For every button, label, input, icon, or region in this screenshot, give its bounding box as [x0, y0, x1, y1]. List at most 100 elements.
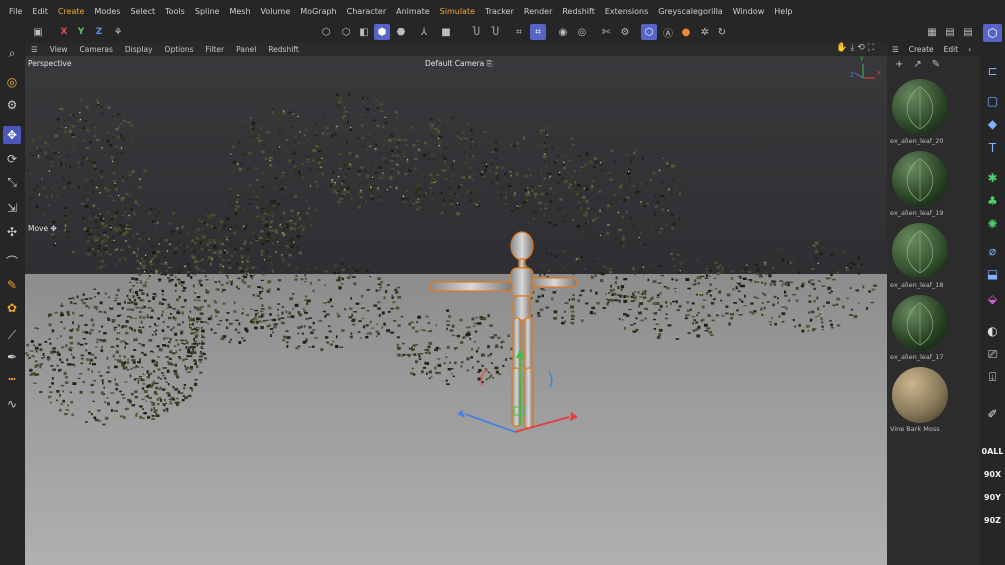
rotate-tool-icon[interactable]: ⟳: [3, 150, 21, 168]
cloner-icon[interactable]: ♣: [983, 192, 1002, 210]
pan-icon[interactable]: ✋: [836, 43, 847, 53]
material-menu-icon[interactable]: ☰: [887, 45, 904, 54]
light-icon[interactable]: ⍗: [983, 368, 1002, 386]
menu-window[interactable]: Window: [728, 7, 770, 16]
viewport-menu-cameras[interactable]: Cameras: [74, 45, 119, 54]
rotate-preset-90y-button[interactable]: 90Y: [983, 488, 1002, 506]
material-tab-edit[interactable]: Edit: [939, 45, 964, 54]
eyedropper-icon[interactable]: ✎: [932, 59, 940, 70]
link-icon[interactable]: ↗: [913, 59, 921, 70]
pen-tool-icon[interactable]: ✒: [3, 348, 21, 366]
undo-history-icon[interactable]: ▣: [30, 24, 46, 40]
material-tab-create[interactable]: Create: [904, 45, 939, 54]
viewport-menu-options[interactable]: Options: [159, 45, 200, 54]
cube-icon[interactable]: ◆: [983, 115, 1002, 133]
render-settings-icon[interactable]: ✄: [598, 24, 614, 40]
model-mode-icon[interactable]: ⬢: [374, 24, 390, 40]
menu-character[interactable]: Character: [342, 7, 392, 16]
deformer-icon[interactable]: ✺: [983, 215, 1002, 233]
scale-tool-icon[interactable]: ⤡: [3, 173, 21, 191]
octane-icon[interactable]: Ⓐ: [660, 24, 676, 40]
hierarchy-icon[interactable]: ⊏: [983, 62, 1002, 80]
environment-icon[interactable]: ◐: [983, 322, 1002, 340]
menu-render[interactable]: Render: [519, 7, 557, 16]
menu-modes[interactable]: Modes: [89, 7, 125, 16]
texture-mode-icon[interactable]: ⬣: [393, 24, 409, 40]
viewport-menu-panel[interactable]: Panel: [230, 45, 262, 54]
sparkle-icon[interactable]: ✲: [697, 24, 713, 40]
transfer-tool-icon[interactable]: ⇲: [3, 199, 21, 217]
edges-mode-icon[interactable]: ⬡: [338, 24, 354, 40]
more-tabs-icon[interactable]: ›: [963, 45, 976, 54]
search-icon[interactable]: ⌕: [3, 44, 21, 62]
save-icon[interactable]: ▤: [942, 24, 958, 40]
menu-help[interactable]: Help: [769, 7, 797, 16]
snap-settings-icon[interactable]: Ⴎ: [487, 24, 503, 40]
redshift-icon[interactable]: ⬡: [641, 24, 657, 40]
menu-tracker[interactable]: Tracker: [480, 7, 519, 16]
menu-create[interactable]: Create: [53, 7, 90, 16]
menu-animate[interactable]: Animate: [391, 7, 435, 16]
menu-extensions[interactable]: Extensions: [600, 7, 653, 16]
rotate-preset-90x-button[interactable]: 90X: [983, 465, 1002, 483]
render-picture-viewer-icon[interactable]: ◎: [574, 24, 590, 40]
pen-icon[interactable]: ✐: [983, 405, 1002, 423]
fire-icon[interactable]: ●: [678, 24, 694, 40]
refresh-icon[interactable]: ↻: [714, 24, 730, 40]
menu-edit[interactable]: Edit: [27, 7, 53, 16]
y-axis-lock-button[interactable]: Y: [73, 24, 89, 40]
material-swatch[interactable]: ex_alien_leaf_19: [890, 151, 950, 217]
menu-mograph[interactable]: MoGraph: [295, 7, 341, 16]
camera-object-icon[interactable]: ⎚: [983, 345, 1002, 363]
menu-file[interactable]: File: [4, 7, 27, 16]
selection-options-icon[interactable]: ⚙: [3, 96, 21, 114]
export-icon[interactable]: ▤: [960, 24, 976, 40]
3d-viewport[interactable]: Perspective Default Camera ⎘ Move ✥ X Y …: [25, 56, 887, 565]
menu-volume[interactable]: Volume: [256, 7, 296, 16]
axis-mode-icon[interactable]: ⅄: [416, 24, 432, 40]
material-swatch[interactable]: ex_alien_leaf_18: [890, 223, 950, 289]
tag-icon[interactable]: ⌀: [983, 242, 1002, 260]
spline-tool-icon[interactable]: ∿: [3, 395, 21, 413]
magnet-tool-icon[interactable]: ⌒: [3, 252, 21, 270]
menu-redshift[interactable]: Redshift: [557, 7, 599, 16]
menu-simulate[interactable]: Simulate: [435, 7, 480, 16]
move-tool-icon[interactable]: ✥: [3, 126, 21, 144]
layout-icon[interactable]: ▦: [924, 24, 940, 40]
points-mode-icon[interactable]: ⬡: [318, 24, 334, 40]
material-swatch[interactable]: ex_alien_leaf_20: [890, 79, 950, 145]
render-view-icon[interactable]: ◉: [555, 24, 571, 40]
layout-switch-icon[interactable]: ⬡: [983, 24, 1002, 42]
projection-label[interactable]: Perspective: [28, 59, 71, 68]
viewport-menu-filter[interactable]: Filter: [200, 45, 231, 54]
maximize-icon[interactable]: ⛶: [868, 43, 874, 53]
sculpt-tool-icon[interactable]: ✿: [3, 299, 21, 317]
menu-tools[interactable]: Tools: [160, 7, 190, 16]
cube-outline-icon[interactable]: ▢: [983, 92, 1002, 110]
orbit-icon[interactable]: ⟲: [857, 43, 865, 53]
polygons-mode-icon[interactable]: ◧: [356, 24, 372, 40]
viewport-hamburger-icon[interactable]: ☰: [25, 45, 44, 54]
placement-tool-icon[interactable]: ✣: [3, 223, 21, 241]
coordinate-system-icon[interactable]: ⚘: [110, 24, 126, 40]
menu-select[interactable]: Select: [125, 7, 160, 16]
viewport-menu-redshift[interactable]: Redshift: [262, 45, 304, 54]
viewport-menu-view[interactable]: View: [44, 45, 74, 54]
spline-pen-icon[interactable]: [3, 372, 21, 390]
brush-icon[interactable]: ⟋: [3, 326, 21, 344]
generator-icon[interactable]: ✱: [983, 169, 1002, 187]
menu-greyscalegorilla[interactable]: Greyscalegorilla: [653, 7, 727, 16]
rotate-preset-90z-button[interactable]: 90Z: [983, 511, 1002, 529]
field-icon[interactable]: ⬓: [983, 265, 1002, 283]
workplane-icon[interactable]: ⌗: [511, 24, 527, 40]
rotate-preset-0all-button[interactable]: 0ALL: [982, 442, 1004, 460]
x-axis-lock-button[interactable]: X: [56, 24, 72, 40]
add-material-icon[interactable]: +: [895, 59, 903, 70]
live-selection-icon[interactable]: ◎: [3, 73, 21, 91]
text-icon[interactable]: T: [983, 139, 1002, 157]
material-swatch[interactable]: ex_alien_leaf_17: [890, 295, 950, 361]
grid-snap-icon[interactable]: ⌗: [530, 24, 546, 40]
paint-tool-icon[interactable]: ✎: [3, 276, 21, 294]
solo-icon[interactable]: ■: [438, 24, 454, 40]
camera-label[interactable]: Default Camera ⎘: [425, 59, 493, 69]
